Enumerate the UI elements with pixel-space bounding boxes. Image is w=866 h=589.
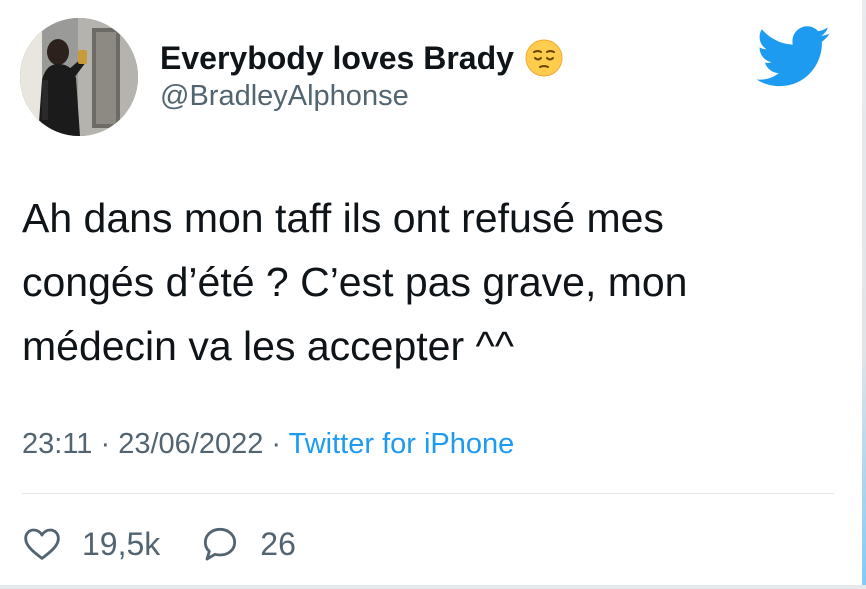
avatar[interactable]	[20, 18, 138, 136]
meta-separator: ·	[100, 428, 119, 460]
tweet-date[interactable]: 23/06/2022	[118, 428, 263, 460]
heart-icon	[22, 524, 62, 564]
card-edge	[0, 585, 866, 589]
display-name[interactable]: Everybody loves Brady	[160, 38, 564, 78]
tweet-time[interactable]: 23:11	[22, 428, 92, 460]
tweet-metadata: 23:11 · 23/06/2022 · Twitter for iPhone	[22, 428, 514, 461]
card-edge	[862, 0, 866, 589]
speech-bubble-icon	[200, 524, 240, 564]
twitter-bird-icon	[756, 26, 832, 88]
reply-button[interactable]: 26	[200, 524, 296, 564]
tweet-text-line: congés d’été ? C’est pas grave, mon	[22, 259, 688, 305]
reply-count: 26	[260, 525, 296, 562]
tweet-text-line: Ah dans mon taff ils ont refusé mes	[22, 195, 664, 241]
like-count: 19,5k	[82, 525, 161, 562]
meta-separator: ·	[271, 428, 289, 460]
tweet-actions: 19,5k 26	[22, 524, 296, 564]
user-handle[interactable]: @BradleyAlphonse	[160, 80, 409, 113]
avatar-photo	[20, 18, 138, 136]
tweet-text-line: médecin va les accepter ^^	[22, 323, 514, 369]
tweet-source-link[interactable]: Twitter for iPhone	[289, 428, 515, 460]
divider	[22, 493, 834, 494]
tweet-card: Everybody loves Brady @BradleyAlphonse A…	[0, 0, 866, 589]
like-button[interactable]: 19,5k	[22, 524, 160, 564]
pensive-face-emoji-icon	[524, 38, 564, 78]
tweet-text: Ah dans mon taff ils ont refusé mes cong…	[22, 186, 822, 378]
display-name-text: Everybody loves Brady	[160, 39, 514, 76]
